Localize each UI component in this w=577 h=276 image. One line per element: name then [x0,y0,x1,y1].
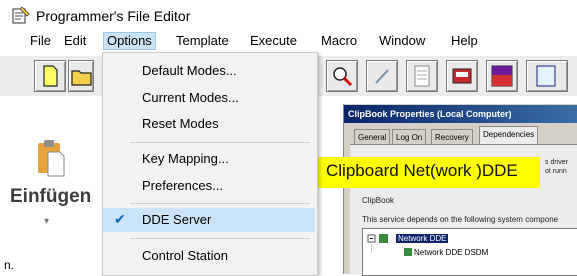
paste-label[interactable]: Einfügen [10,186,91,208]
menu-separator [130,203,310,204]
menu-execute[interactable]: Execute [247,33,300,49]
ms-dos-button[interactable] [486,60,518,92]
menu-file[interactable]: File [27,33,54,49]
tab-dependencies[interactable]: Dependencies [479,126,539,145]
tree-node-network-dde[interactable]: Network DDE [396,234,449,243]
dependency-description: This service depends on the following sy… [362,215,559,224]
menu-window[interactable]: Window [376,33,428,49]
menu-separator [130,238,310,239]
menu-item-control-station[interactable]: Control Station [142,248,228,263]
menu-help[interactable]: Help [448,33,481,49]
menu-edit[interactable]: Edit [61,33,89,49]
menu-item-key-mapping[interactable]: Key Mapping... [142,151,229,166]
new-file-button[interactable] [34,60,66,92]
app-icon [12,6,30,24]
highlight-label: Clipboard Net(work )DDE [326,161,518,180]
document-button[interactable] [526,60,568,92]
menu-macro[interactable]: Macro [318,33,360,49]
menu-item-preferences[interactable]: Preferences... [142,178,223,193]
find-button[interactable] [326,60,358,92]
notepad-icon [414,65,430,87]
edit-icon [375,69,389,84]
new-file-icon [43,65,58,87]
print-button[interactable] [446,60,478,92]
menu-options[interactable]: Options [103,32,156,50]
service-icon [404,248,412,256]
chevron-down-icon[interactable]: ▾ [44,216,49,227]
notepad-button[interactable] [406,60,438,92]
clipbook-title-bar: ClipBook Properties (Local Computer) [344,105,577,123]
menu-item-default-modes[interactable]: Default Modes... [142,63,237,78]
clipbook-trailing-text: s driver ot runn [545,158,568,176]
open-folder-icon [71,70,92,86]
open-folder-button[interactable] [68,60,94,92]
trailing-line-2: ot runn [545,168,567,175]
menu-item-dde-server[interactable]: DDE Server [142,212,211,227]
window-title: Programmer's File Editor [36,8,191,24]
menu-item-current-modes[interactable]: Current Modes... [142,90,239,105]
tab-recovery[interactable]: Recovery [431,129,473,145]
menu-separator [130,142,310,143]
paste-icon [38,140,65,177]
menu-template[interactable]: Template [173,33,232,49]
document-icon [536,65,556,87]
tree-node-network-dde-dsdm[interactable]: Network DDE DSDM [414,248,488,257]
service-name: ClipBook [362,196,395,205]
stray-text: n. [4,258,15,272]
ms-dos-icon [491,65,513,87]
tab-general[interactable]: General [354,129,391,145]
edit-button[interactable] [366,60,398,92]
checkmark-icon: ✔ [114,211,126,227]
tab-log-on[interactable]: Log On [392,129,427,145]
find-icon [333,67,353,87]
tree-expand-icon[interactable] [367,233,393,259]
trailing-line-1: s driver [545,159,568,166]
menu-item-reset-modes[interactable]: Reset Modes [142,116,219,131]
print-icon [452,68,472,84]
